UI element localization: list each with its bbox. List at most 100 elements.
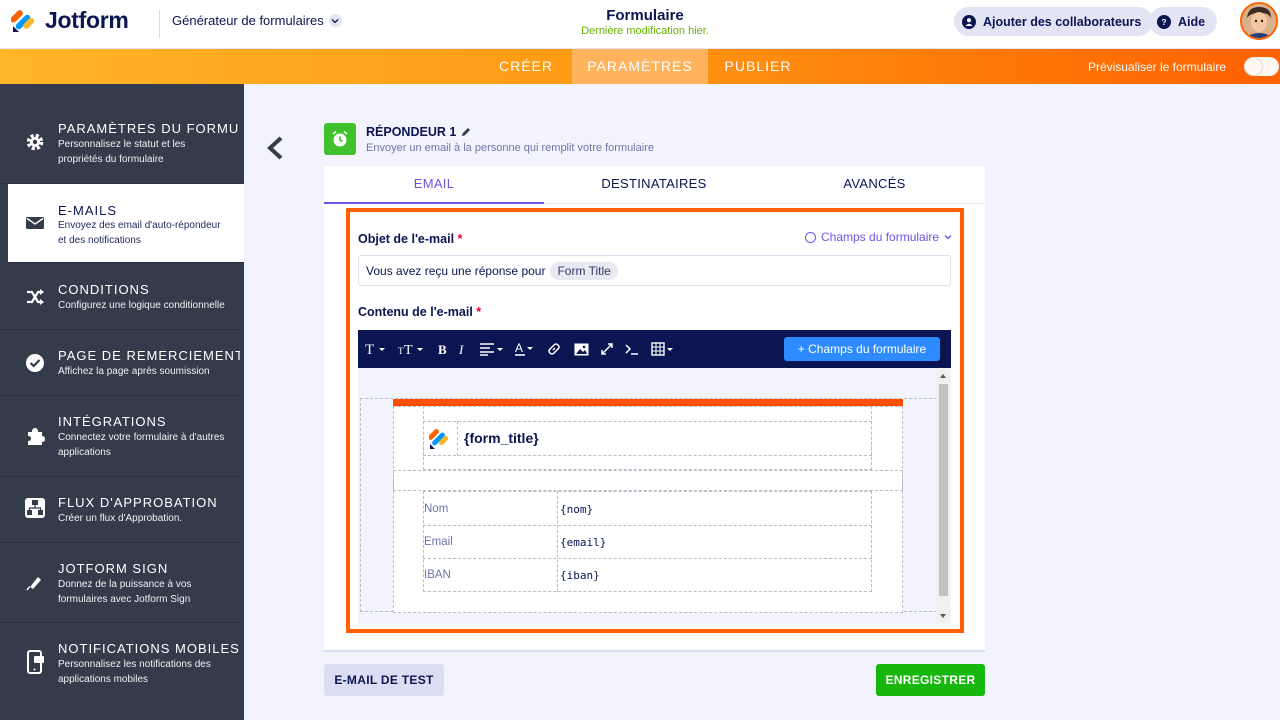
content-label: Contenu de l'e-mail * [358, 305, 481, 319]
responder-subtitle: Envoyer un email à la personne qui rempl… [366, 142, 654, 154]
tab-advanced[interactable]: AVANCÉS [764, 166, 985, 204]
gear-icon [24, 131, 46, 153]
sidebar-item-title: INTÉGRATIONS [58, 414, 167, 429]
field-key-nom: Nom [424, 503, 449, 515]
sidebar-item-title: NOTIFICATIONS MOBILES [58, 641, 240, 656]
link-icon[interactable] [547, 330, 561, 368]
tab-email[interactable]: EMAIL [324, 166, 544, 204]
form-title-tag[interactable]: Form Title [550, 261, 618, 280]
subject-input[interactable]: Vous avez reçu une réponse pour Form Tit… [358, 255, 951, 286]
italic-icon[interactable]: I [457, 330, 467, 368]
sidebar-item-mobile-notifications[interactable]: NOTIFICATIONS MOBILES Personnalisez les … [0, 623, 244, 703]
sidebar-item-form-settings[interactable]: PARAMÈTRES DU FORMU… Personnalisez le st… [0, 100, 244, 184]
shuffle-icon [24, 286, 46, 308]
form-fields-dropdown[interactable]: Champs du formulaire [805, 230, 953, 244]
field-key-iban: IBAN [424, 569, 451, 581]
jotform-logo-icon [429, 426, 451, 450]
responder-title-row[interactable]: RÉPONDEUR 1 [366, 125, 472, 139]
help-label: Aide [1178, 14, 1206, 29]
scroll-down-icon[interactable] [939, 612, 947, 620]
chevron-down-icon [944, 235, 952, 240]
template-form-title: {form_title} [464, 430, 539, 446]
scroll-up-icon[interactable] [939, 372, 947, 380]
logo-cell-guide [457, 421, 458, 456]
user-icon [962, 14, 976, 29]
sidebar-item-title: PARAMÈTRES DU FORMU… [58, 121, 240, 136]
question-icon: ? [1157, 14, 1171, 29]
fields-table-guide [423, 491, 872, 592]
bold-icon[interactable]: B [437, 330, 449, 368]
sidebar-item-approval-flow[interactable]: FLUX D'APPROBATION Créer un flux d'Appro… [0, 477, 244, 543]
check-circle-icon [24, 352, 46, 374]
sidebar-item-title: JOTFORM SIGN [58, 561, 169, 576]
image-icon[interactable] [574, 330, 589, 368]
sidebar-item-emails[interactable]: E-MAILS Envoyez des email d'auto-réponde… [8, 184, 244, 263]
save-button[interactable]: ENREGISTRER [876, 664, 985, 696]
pen-icon [24, 571, 46, 593]
subject-label: Objet de l'e-mail * [358, 232, 462, 246]
field-key-email: Email [424, 536, 453, 548]
text-color-icon[interactable]: A [514, 330, 536, 368]
svg-text:T: T [365, 342, 374, 356]
add-collaborators-label: Ajouter des collaborateurs [983, 14, 1142, 29]
envelope-icon [24, 212, 46, 234]
test-email-button[interactable]: E-MAIL DE TEST [324, 664, 444, 696]
alarm-clock-icon [324, 123, 356, 155]
fullscreen-icon[interactable] [600, 330, 614, 368]
sidebar-item-desc: Personnalisez les notifications des appl… [58, 659, 211, 685]
sidebar-item-desc: Envoyez des email d'auto-répondeur et de… [58, 220, 221, 246]
subject-text: Vous avez reçu une réponse pour [366, 263, 546, 278]
font-size-icon[interactable]: TT [398, 330, 426, 368]
sidebar-item-jotform-sign[interactable]: JOTFORM SIGN Donnez de la puissance à vo… [0, 543, 244, 623]
tab-create[interactable]: CRÉER [484, 49, 568, 84]
required-mark: * [457, 232, 463, 246]
add-collaborators-button[interactable]: Ajouter des collaborateurs [954, 7, 1154, 36]
required-mark: * [476, 305, 482, 319]
at-icon [805, 231, 816, 243]
row-divider [423, 558, 872, 559]
field-value-email: {email} [560, 536, 607, 549]
sidebar-item-title: FLUX D'APPROBATION [58, 495, 218, 510]
field-value-nom: {nom} [560, 503, 594, 516]
svg-text:A: A [515, 341, 523, 355]
tab-recipients[interactable]: DESTINATAIRES [544, 166, 764, 204]
main-nav: CRÉER PARAMÈTRES PUBLIER Prévisualiser l… [0, 49, 1280, 84]
font-family-icon[interactable]: T [365, 330, 389, 368]
sidebar-item-conditions[interactable]: CONDITIONS Configurez une logique condit… [0, 264, 244, 330]
content-label-text: Contenu de l'e-mail [358, 305, 473, 319]
preview-label: Prévisualiser le formulaire [1087, 60, 1226, 74]
code-icon[interactable] [625, 330, 639, 368]
sidebar-item-desc: Affichez la page après soumission [58, 366, 210, 377]
sidebar-item-title: E-MAILS [58, 203, 118, 218]
sidebar-item-integrations[interactable]: INTÉGRATIONS Connectez votre formulaire … [0, 396, 244, 477]
preview-toggle[interactable] [1244, 57, 1279, 76]
back-button[interactable] [264, 136, 286, 160]
pencil-icon[interactable] [460, 126, 472, 138]
scrollbar-thumb[interactable] [939, 384, 948, 596]
sidebar-item-title: PAGE DE REMERCIEMENTS [58, 348, 240, 363]
puzzle-icon [24, 425, 46, 447]
svg-text:T: T [404, 343, 413, 356]
panel-bottom-border [324, 650, 985, 652]
top-header: Jotform Générateur de formulaires Formul… [0, 0, 1280, 49]
svg-text:B: B [438, 342, 447, 356]
chevron-left-icon [267, 136, 283, 160]
table-icon[interactable] [651, 330, 677, 368]
insert-form-field-button[interactable]: + Champs du formulaire [784, 337, 940, 361]
spacer-guide [393, 470, 903, 491]
tab-settings[interactable]: PARAMÈTRES [572, 49, 708, 84]
sidebar-item-desc: Personnalisez le statut et les propriété… [58, 139, 186, 165]
sidebar-item-title: CONDITIONS [58, 282, 150, 297]
tab-publish[interactable]: PUBLIER [712, 49, 804, 84]
help-button[interactable]: ? Aide [1149, 7, 1218, 36]
field-value-iban: {iban} [560, 569, 600, 582]
sidebar-item-desc: Donnez de la puissance à vos formulaires… [58, 579, 192, 605]
panel-tabs: EMAIL DESTINATAIRES AVANCÉS [324, 166, 985, 204]
toggle-knob [1245, 58, 1262, 75]
avatar[interactable] [1240, 2, 1278, 40]
align-icon[interactable] [479, 330, 505, 368]
row-divider [423, 525, 872, 526]
sidebar-item-desc: Créer un flux d'Approbation. [58, 513, 183, 524]
sidebar-item-thank-you[interactable]: PAGE DE REMERCIEMENTS Affichez la page a… [0, 330, 244, 396]
template-accent-bar [393, 399, 903, 406]
